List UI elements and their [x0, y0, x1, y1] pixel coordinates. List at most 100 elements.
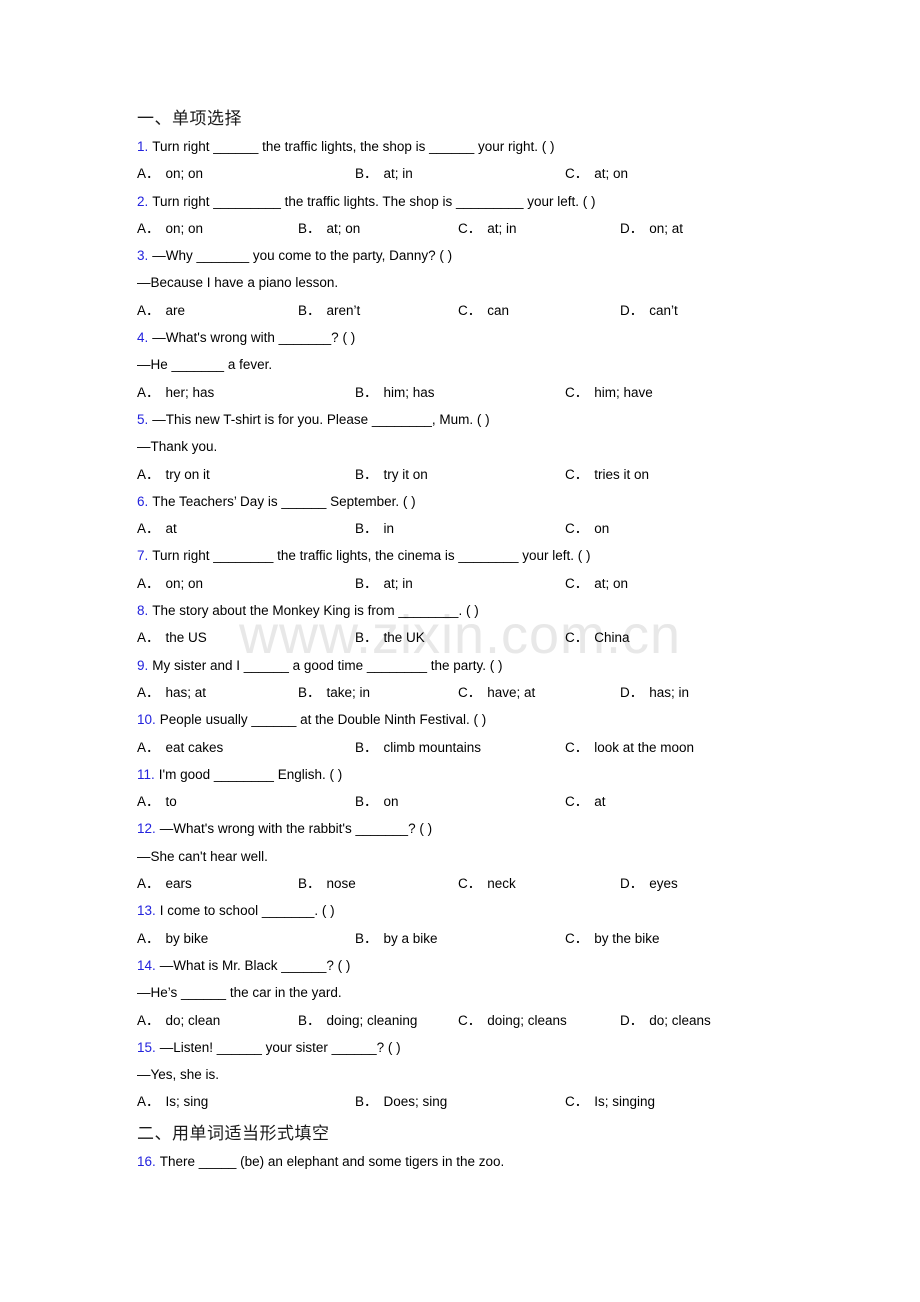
- option-choice[interactable]: C． by the bike: [565, 925, 660, 952]
- option-letter: C．: [565, 575, 589, 591]
- option-choice[interactable]: A． at: [137, 515, 177, 542]
- question-line: 4. —What's wrong with _______? ( ): [137, 324, 897, 351]
- option-letter: C．: [458, 220, 482, 236]
- option-letter: A．: [137, 384, 160, 400]
- option-choice[interactable]: C． doing; cleans: [458, 1007, 567, 1034]
- option-letter: B．: [355, 630, 378, 646]
- question-number: 12.: [137, 821, 156, 837]
- option-text: ears: [165, 876, 192, 892]
- option-choice[interactable]: B． at; in: [355, 570, 413, 597]
- option-choice[interactable]: C． on: [565, 515, 609, 542]
- question-text: There _____ (be) an elephant and some ti…: [159, 1153, 505, 1169]
- question-number: 13.: [137, 903, 156, 919]
- question-text: Turn right ______ the traffic lights, th…: [152, 139, 555, 154]
- option-choice[interactable]: D． eyes: [620, 870, 678, 897]
- option-choice[interactable]: A． her; has: [137, 379, 214, 406]
- option-choice[interactable]: D． can’t: [620, 297, 678, 324]
- question-text: I come to school _______. ( ): [159, 903, 335, 919]
- option-row: A． are B． aren’t C． can D． can’t: [137, 297, 897, 324]
- option-choice[interactable]: A． on; on: [137, 570, 203, 597]
- option-choice[interactable]: B． in: [355, 515, 394, 542]
- option-choice[interactable]: B． climb mountains: [355, 734, 481, 761]
- option-text: look at the moon: [594, 739, 695, 755]
- question-text: I'm good ________ English. ( ): [158, 766, 343, 782]
- option-text: take; in: [326, 684, 371, 700]
- option-text: at; on: [326, 220, 361, 236]
- option-choice[interactable]: B． at; on: [298, 215, 360, 242]
- option-choice[interactable]: B． him; has: [355, 379, 435, 406]
- option-choice[interactable]: D． has; in: [620, 679, 689, 706]
- option-choice[interactable]: A． Is; sing: [137, 1088, 208, 1115]
- option-text: do; clean: [165, 1012, 221, 1028]
- option-choice[interactable]: C． at; in: [458, 215, 517, 242]
- option-text: Is; singing: [594, 1094, 656, 1110]
- option-letter: C．: [565, 166, 589, 182]
- option-row: A． ears B． nose C． neck D． eyes: [137, 870, 897, 897]
- question-number: 15.: [137, 1039, 156, 1055]
- option-choice[interactable]: A． try on it: [137, 461, 210, 488]
- option-text: nose: [326, 876, 356, 892]
- option-letter: C．: [565, 1094, 589, 1110]
- option-choice[interactable]: C． look at the moon: [565, 734, 694, 761]
- option-choice[interactable]: B． take; in: [298, 679, 370, 706]
- question-number: 8.: [137, 603, 149, 619]
- option-letter: B．: [355, 1094, 378, 1110]
- option-row: A． at B． in C． on: [137, 515, 897, 542]
- option-choice[interactable]: C． can: [458, 297, 509, 324]
- option-choice[interactable]: B． nose: [298, 870, 356, 897]
- option-letter: C．: [565, 384, 589, 400]
- option-choice[interactable]: C． at; on: [565, 570, 628, 597]
- option-choice[interactable]: A． has; at: [137, 679, 206, 706]
- option-choice[interactable]: B． by a bike: [355, 925, 438, 952]
- option-choice[interactable]: C． have; at: [458, 679, 535, 706]
- option-letter: B．: [298, 876, 321, 892]
- option-text: at; on: [594, 166, 629, 182]
- option-text: at: [594, 794, 606, 810]
- option-choice[interactable]: A． do; clean: [137, 1007, 220, 1034]
- option-choice[interactable]: B． the UK: [355, 624, 425, 651]
- option-letter: A．: [137, 1012, 160, 1028]
- option-choice[interactable]: A． on; on: [137, 160, 203, 187]
- worksheet-content: 一、单项选择 1. Turn right ______ the traffic li…: [137, 106, 897, 1175]
- option-choice[interactable]: A． ears: [137, 870, 192, 897]
- option-choice[interactable]: B． Does; sing: [355, 1088, 447, 1115]
- option-text: has; in: [649, 684, 690, 700]
- option-choice[interactable]: B． aren’t: [298, 297, 360, 324]
- option-choice[interactable]: A． by bike: [137, 925, 208, 952]
- option-choice[interactable]: B． doing; cleaning: [298, 1007, 417, 1034]
- option-choice[interactable]: B． at; in: [355, 160, 413, 187]
- option-text: at; in: [383, 166, 413, 182]
- option-choice[interactable]: C． at; on: [565, 160, 628, 187]
- option-choice[interactable]: A． on; on: [137, 215, 203, 242]
- question-number: 1.: [137, 139, 149, 154]
- option-choice[interactable]: A． eat cakes: [137, 734, 223, 761]
- option-choice[interactable]: C． tries it on: [565, 461, 649, 488]
- option-choice[interactable]: C． neck: [458, 870, 516, 897]
- option-choice[interactable]: C． at: [565, 788, 606, 815]
- option-choice[interactable]: D． on; at: [620, 215, 683, 242]
- question-continuation: —Yes, she is.: [137, 1067, 220, 1083]
- question-number: 11.: [137, 766, 155, 782]
- option-choice[interactable]: C． China: [565, 624, 630, 651]
- option-choice[interactable]: C． Is; singing: [565, 1088, 655, 1115]
- option-text: in: [383, 521, 395, 537]
- option-choice[interactable]: B． try it on: [355, 461, 428, 488]
- option-choice[interactable]: C． him; have: [565, 379, 653, 406]
- option-letter: A．: [137, 930, 160, 946]
- question-number: 5.: [137, 411, 149, 427]
- option-row: A． to B． on C． at: [137, 788, 897, 815]
- option-letter: D．: [620, 684, 644, 700]
- option-choice[interactable]: D． do; cleans: [620, 1007, 711, 1034]
- option-text: eyes: [649, 876, 678, 892]
- option-row: A． eat cakes B． climb mountains C． look at th…: [137, 734, 897, 761]
- option-choice[interactable]: A． the US: [137, 624, 207, 651]
- option-row: A． her; has B． him; has C． him; have: [137, 379, 897, 406]
- option-letter: A．: [137, 575, 160, 591]
- option-choice[interactable]: B． on: [355, 788, 399, 815]
- question-line: 1. Turn right ______ the traffic lights, …: [137, 133, 897, 160]
- question-text: —This new T-shirt is for you. Please ___…: [152, 411, 490, 427]
- option-letter: A．: [137, 466, 160, 482]
- option-choice[interactable]: A． to: [137, 788, 177, 815]
- option-text: has; at: [165, 684, 207, 700]
- option-choice[interactable]: A． are: [137, 297, 185, 324]
